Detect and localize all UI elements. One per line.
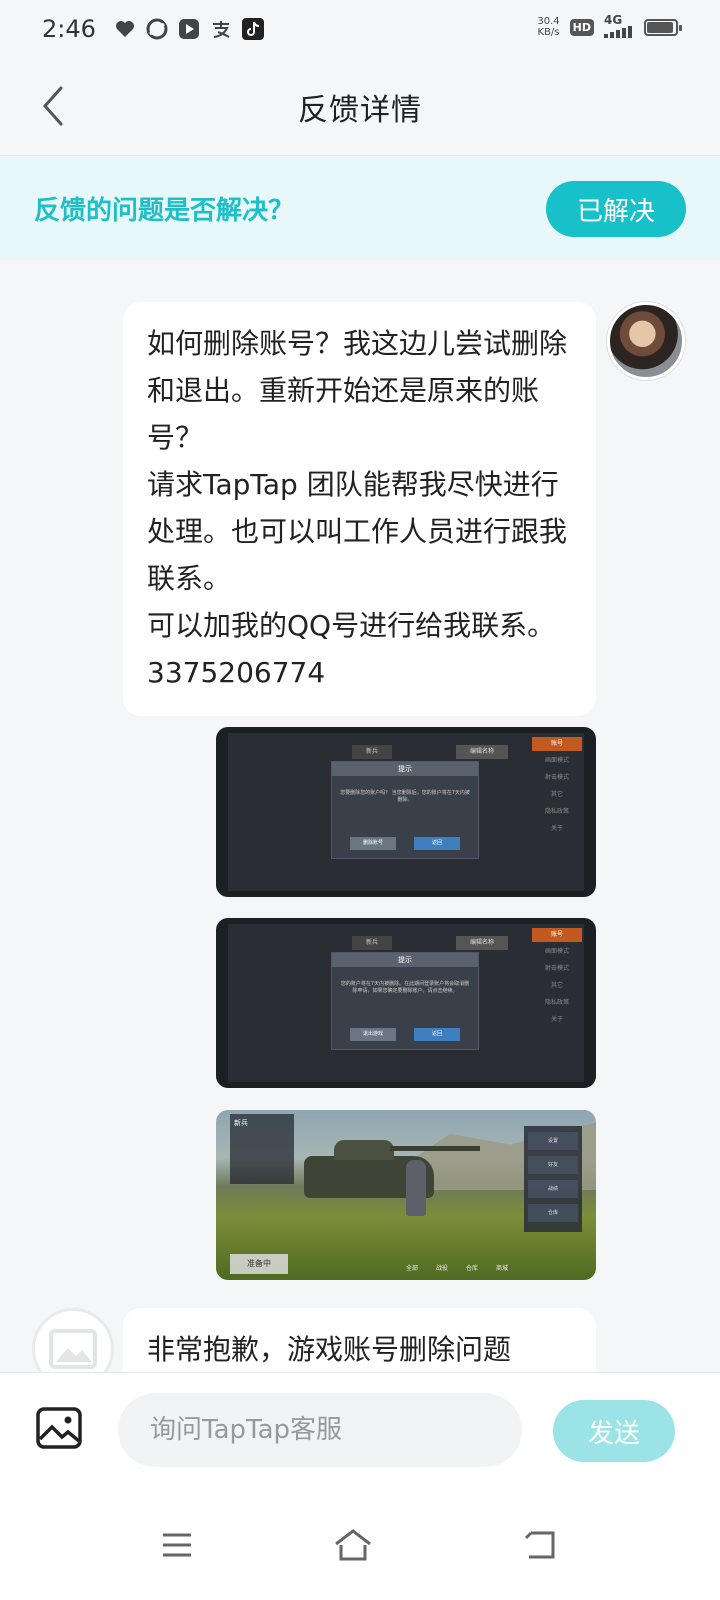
- back-button[interactable]: [28, 80, 78, 132]
- rank-label: 新兵: [352, 936, 392, 950]
- panel-item: 战绩: [528, 1180, 578, 1198]
- menu-icon: [163, 1533, 191, 1557]
- dialog-title: 提示: [332, 762, 478, 776]
- side-item: 隐私政策: [544, 999, 569, 1006]
- panel-item: 仓库: [528, 1204, 578, 1222]
- system-nav-bar: [0, 1490, 720, 1600]
- dialog-back-button: 返回: [414, 837, 460, 850]
- message-input[interactable]: [118, 1393, 522, 1467]
- network-speed: 30.4 KB/s: [537, 16, 559, 38]
- rank-label: 新兵: [352, 745, 392, 759]
- menu-button[interactable]: [152, 1520, 202, 1570]
- hd-badge: HD: [569, 18, 594, 36]
- user-avatar[interactable]: [607, 302, 685, 380]
- side-item: 关于: [550, 825, 563, 832]
- page-title: 反馈详情: [298, 92, 422, 128]
- attach-image-button[interactable]: [36, 1407, 82, 1449]
- attached-screenshot-3[interactable]: 新兵 设置 好友 战绩 仓库 准备中 全部 战役 仓库 商城: [216, 1110, 596, 1280]
- side-item: 画面模式: [544, 757, 569, 764]
- dialog-text: 您要删除您的账户吗？ 当您删除后，您的账户将在7天内被删除。: [340, 790, 470, 803]
- status-bar: 2:46 30.4 KB/s HD 4G: [0, 0, 720, 58]
- panel-item: 好友: [528, 1156, 578, 1174]
- attached-screenshot-1[interactable]: 新兵 编辑名称 账号 画面模式 射击模式 其它 隐私政策 关于 提示 您要删除您…: [216, 727, 596, 897]
- game-menu-panel: 设置 好友 战绩 仓库: [524, 1126, 582, 1232]
- message-input-bar: 发送: [0, 1372, 720, 1490]
- heart-icon: [114, 18, 136, 40]
- send-button[interactable]: 发送: [553, 1400, 675, 1462]
- bottom-item: 仓库: [466, 1265, 479, 1272]
- side-item: 画面模式: [544, 948, 569, 955]
- settings-side-menu: 账号 画面模式 射击模式 其它 隐私政策 关于: [532, 737, 582, 837]
- bottom-item: 商城: [496, 1265, 509, 1272]
- attached-screenshot-2[interactable]: 新兵 编辑名称 账号 画面模式 射击模式 其它 隐私政策 关于 提示 您的账户将…: [216, 918, 596, 1088]
- settings-side-menu: 账号 画面模式 射击模式 其它 隐私政策 关于: [532, 928, 582, 1028]
- side-item: 关于: [550, 1016, 563, 1023]
- dialog-back-button: 返回: [414, 1028, 460, 1041]
- side-item: 其它: [550, 791, 563, 798]
- image-placeholder-icon: [49, 1329, 97, 1369]
- video-icon: [178, 18, 200, 40]
- resolved-button[interactable]: 已解决: [546, 181, 686, 237]
- side-item: 隐私政策: [544, 808, 569, 815]
- home-button[interactable]: [328, 1520, 378, 1570]
- edit-name-label: 编辑名称: [456, 745, 508, 759]
- bottom-item: 全部: [406, 1265, 419, 1272]
- notification-icons: [114, 18, 264, 40]
- side-item: 其它: [550, 982, 563, 989]
- dialog-title: 提示: [332, 953, 478, 967]
- back-nav-button[interactable]: [515, 1520, 565, 1570]
- rank-label: 新兵: [234, 1119, 248, 1127]
- chat-thread[interactable]: 如何删除账号？我这边儿尝试删除和退出。重新开始还是原来的账号？ 请求TapTap…: [0, 260, 720, 1400]
- side-item: 射击模式: [544, 965, 569, 972]
- dialog-exit-button: 退出游戏: [350, 1028, 396, 1041]
- status-right: 30.4 KB/s HD 4G: [537, 14, 682, 40]
- bottom-item: 战役: [436, 1265, 449, 1272]
- dialog-delete-button: 删除账号: [350, 837, 396, 850]
- signal-icon: 4G: [604, 14, 634, 40]
- dialog-text: 您的账户将在7天内被删除。在此期间登录账户将会取消删除申请，如果您确定要删除账户…: [340, 981, 470, 994]
- tiktok-icon: [241, 18, 264, 40]
- app-header: 反馈详情: [0, 58, 720, 156]
- soldier-image: [406, 1160, 426, 1216]
- alipay-icon: [210, 18, 232, 40]
- panel-item: 设置: [528, 1132, 578, 1150]
- image-icon: [36, 1407, 82, 1449]
- battery-icon: [644, 18, 682, 36]
- ready-label: 准备中: [230, 1254, 288, 1274]
- return-icon: [524, 1531, 555, 1559]
- side-item: 射击模式: [544, 774, 569, 781]
- chevron-left-icon: [42, 86, 63, 126]
- sync-icon: [146, 18, 168, 40]
- resolution-banner: 反馈的问题是否解决？ 已解决: [0, 157, 720, 260]
- game-bottom-bar: 全部 战役 仓库 商城: [406, 1263, 508, 1272]
- resolution-question: 反馈的问题是否解决？: [34, 196, 295, 226]
- speed-unit: KB/s: [537, 27, 560, 38]
- status-time: 2:46: [42, 15, 96, 43]
- side-item: 账号: [532, 737, 582, 751]
- delete-dialog: 提示 您要删除您的账户吗？ 当您删除后，您的账户将在7天内被删除。 删除账号 返…: [331, 761, 479, 859]
- edit-name-label: 编辑名称: [456, 936, 508, 950]
- player-hud: 新兵: [230, 1114, 294, 1184]
- user-message-bubble: 如何删除账号？我这边儿尝试删除和退出。重新开始还是原来的账号？ 请求TapTap…: [123, 302, 596, 716]
- exit-dialog: 提示 您的账户将在7天内被删除。在此期间登录账户将会取消删除申请，如果您确定要删…: [331, 952, 479, 1050]
- network-type: 4G: [604, 13, 623, 27]
- speed-value: 30.4: [537, 16, 560, 27]
- side-item: 账号: [532, 928, 582, 942]
- home-icon: [335, 1529, 371, 1561]
